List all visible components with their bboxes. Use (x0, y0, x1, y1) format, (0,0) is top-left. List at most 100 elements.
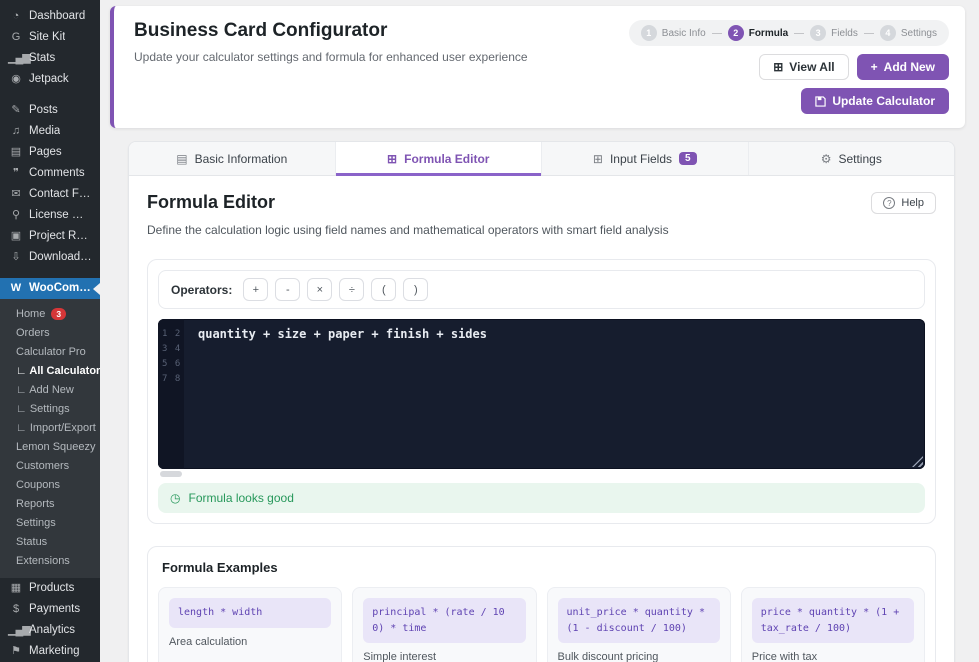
example-caption: Area calculation (169, 635, 248, 648)
update-calculator-label: Update Calculator (832, 94, 935, 108)
operator-button[interactable]: ÷ (339, 278, 365, 301)
sidebar-subitem[interactable]: ∟ Import/Export (0, 418, 100, 437)
wizard-stepper: 1 Basic Info 2 Formula 3 Fields 4 Settin… (628, 20, 949, 46)
sidebar-subitem[interactable]: Status (0, 532, 100, 551)
formula-example-card[interactable]: price * quantity * (1 + tax_rate / 100) … (740, 587, 925, 662)
operator-button[interactable]: - (275, 278, 301, 301)
sidebar-subitem[interactable]: Extensions (0, 551, 100, 570)
page-subtitle: Update your calculator settings and form… (134, 50, 528, 64)
site-kit-icon: G (11, 31, 21, 43)
sidebar-item[interactable]: G Site Kit (0, 27, 100, 48)
sidebar-item[interactable]: ⇩ Download Stats (0, 247, 100, 268)
formula-code-editor[interactable]: 1 2 3 4 5 6 7 8 quantity + size + paper + f… (158, 319, 925, 469)
sidebar-subitem[interactable]: ∟ Add New (0, 380, 100, 399)
line-number: 5 6 (162, 359, 182, 369)
sidebar-subitem[interactable]: ∟ All Calculators (0, 361, 100, 380)
sidebar-item[interactable]: ⚑ Marketing (0, 641, 100, 662)
tab-label: Formula Editor (404, 151, 490, 166)
sidebar-item[interactable]: ◉ Jetpack (0, 69, 100, 90)
sidebar-subitem-label: ∟ Import/Export (16, 421, 96, 434)
formula-example-card[interactable]: length * width Area calculation (158, 587, 343, 662)
wizard-step[interactable]: 1 Basic Info (640, 25, 722, 41)
help-button[interactable]: ? Help (871, 192, 936, 214)
sidebar-item[interactable]: ▦ Products (0, 578, 100, 599)
sidebar-subitem[interactable]: Lemon Squeezy (0, 437, 100, 456)
sidebar-item[interactable]: ◔ Dashboard (0, 6, 100, 27)
sidebar-item[interactable]: ▁▄▆ Stats (0, 48, 100, 69)
sidebar-subitem[interactable]: Calculator Pro (0, 342, 100, 361)
formula-example-card[interactable]: principal * (rate / 100) * time Simple i… (352, 587, 537, 662)
step-separator (794, 32, 805, 34)
sidebar-item[interactable]: ✎ Posts (0, 100, 100, 121)
sidebar-item-label: Marketing (29, 645, 80, 657)
sidebar-subitem[interactable]: Orders (0, 323, 100, 342)
sidebar-subitem-label: Calculator Pro (16, 345, 86, 358)
analytics-icon: ▁▄▆ (8, 624, 31, 636)
example-code: principal * (rate / 100) * time (363, 598, 526, 643)
sidebar-subitem-label: Status (16, 535, 48, 548)
sidebar-subitem[interactable]: Reports (0, 494, 100, 513)
sidebar-item-label: Site Kit (29, 31, 66, 43)
sidebar-subitem[interactable]: Coupons (0, 475, 100, 494)
add-new-label: Add New (883, 60, 935, 74)
sidebar-subitem-label: ∟ All Calculators (16, 364, 100, 377)
dashboard-icon: ◔ (12, 10, 20, 22)
clock-icon: ◷ (170, 491, 181, 505)
posts-icon: ✎ (11, 104, 20, 116)
example-code: length * width (169, 598, 332, 628)
line-number-gutter: 1 2 3 4 5 6 7 8 (158, 319, 184, 469)
wizard-step[interactable]: 2 Formula (727, 25, 805, 41)
sidebar-item-label: Media (29, 125, 61, 137)
sidebar-item[interactable]: ❞ Comments (0, 163, 100, 184)
wizard-step[interactable]: 4 Settings (879, 25, 937, 41)
sidebar-item[interactable]: W WooCommerce (0, 278, 100, 299)
sidebar-item[interactable]: $ Payments (0, 599, 100, 620)
editor-tab[interactable]: ⊞ Input Fields 5 (542, 142, 749, 175)
sidebar-item[interactable]: ♫ Media (0, 121, 100, 142)
formula-example-card[interactable]: unit_price * quantity * (1 - discount / … (546, 587, 731, 662)
update-calculator-button[interactable]: Update Calculator (801, 88, 949, 114)
sidebar-subitem[interactable]: Home 3 (0, 304, 100, 323)
payments-icon: $ (12, 603, 19, 615)
sidebar-item-label: Comments (29, 167, 85, 179)
sidebar-item-label: Pages (29, 146, 62, 158)
view-all-button[interactable]: ⊞ View All (759, 54, 849, 80)
comments-icon: ❞ (13, 167, 19, 179)
sidebar-subitem[interactable]: ∟ Settings (0, 399, 100, 418)
operator-button[interactable]: + (243, 278, 269, 301)
add-new-button[interactable]: + Add New (856, 54, 949, 80)
floppy-save-icon (815, 95, 826, 107)
sidebar-item-label: Analytics (29, 624, 76, 636)
sidebar-item-label: Stats (29, 52, 56, 64)
line-number: 1 2 (162, 329, 182, 339)
sidebar-item[interactable]: ✉ Contact Forms (0, 184, 100, 205)
editor-scrollbar-thumb[interactable] (160, 471, 182, 477)
sidebar-subitem-label: Home (16, 307, 46, 320)
sidebar-top-group: ◔ Dashboard G Site Kit ▁▄▆ Stats ◉ Jetpa… (0, 6, 100, 299)
operator-button[interactable]: ( (371, 278, 397, 301)
sidebar-subitem-label: Settings (16, 516, 56, 529)
line-number: 7 8 (162, 374, 182, 384)
main-content: Business Card Configurator Update your c… (100, 0, 979, 662)
editor-tab[interactable]: ▤ Basic Information (129, 142, 336, 175)
grid-icon: ⊞ (773, 60, 784, 74)
operator-button[interactable]: ) (403, 278, 429, 301)
wizard-step[interactable]: 3 Fields (810, 25, 874, 41)
editor-tab[interactable]: ⚙ Settings (749, 142, 955, 175)
download-stats-icon: ⇩ (11, 251, 20, 263)
sidebar-item[interactable]: ⚲ License Manager (0, 205, 100, 226)
step-separator (711, 32, 722, 34)
sidebar-subitem[interactable]: Customers (0, 456, 100, 475)
document-icon: ▤ (176, 151, 188, 166)
sidebar-item[interactable]: ▣ Project Requests (0, 226, 100, 247)
sidebar-item[interactable]: ▤ Pages (0, 142, 100, 163)
view-all-label: View All (789, 60, 835, 74)
operator-button[interactable]: × (307, 278, 333, 301)
editor-tab[interactable]: ⊞ Formula Editor (335, 142, 542, 176)
formula-code-input[interactable]: quantity + size + paper + finish + sides (184, 319, 925, 469)
woocommerce-icon: W (10, 282, 21, 294)
tab-count-badge: 5 (679, 152, 697, 165)
sidebar-item[interactable]: ▁▄▆ Analytics (0, 620, 100, 641)
header-text: Business Card Configurator Update your c… (134, 20, 528, 114)
sidebar-subitem[interactable]: Settings (0, 513, 100, 532)
